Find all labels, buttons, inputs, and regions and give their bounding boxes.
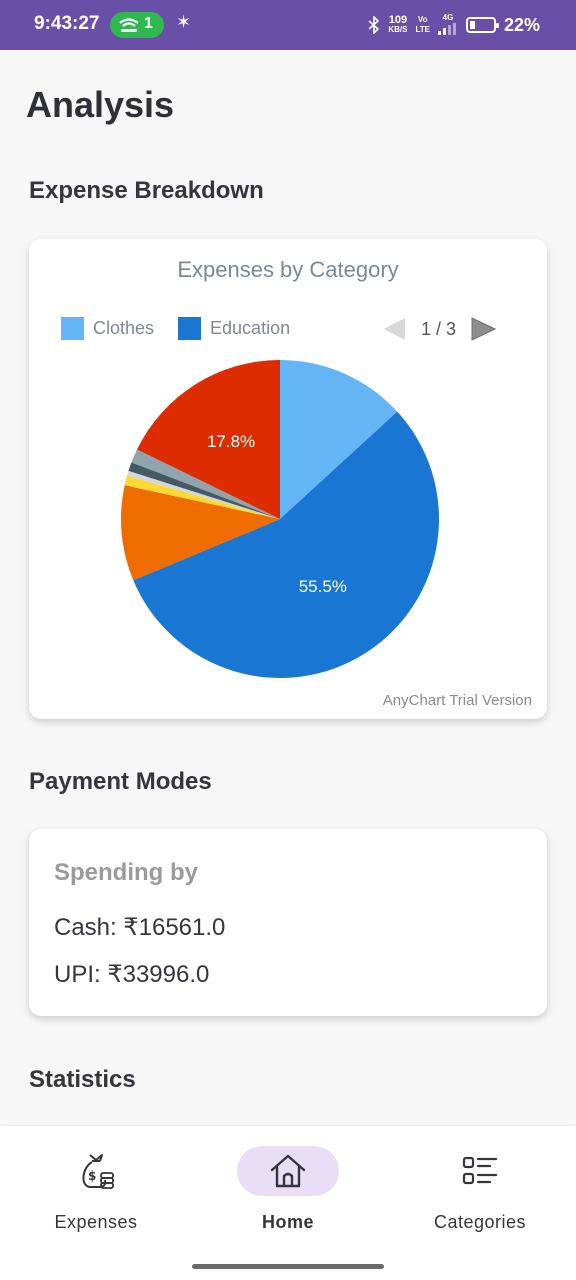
signal-icon [437, 23, 456, 35]
volte-bottom: LTE [415, 25, 430, 34]
status-bar: 9:43:27 1 ✶ 109 KB/S Vo LTE 4G 22% [0, 0, 576, 50]
chart-watermark: AnyChart Trial Version [382, 692, 532, 709]
nav-categories-icon-wrap [429, 1146, 531, 1196]
volte-indicator: Vo LTE [415, 15, 430, 35]
expense-chart-card: Expenses by Category Clothes Education 1… [29, 239, 547, 719]
net-speed: 109 KB/S [388, 15, 407, 35]
page-title: Analysis [26, 84, 175, 125]
nav-expenses[interactable]: $ Expenses [0, 1126, 192, 1256]
cash-amount: Cash: ₹16561.0 [54, 914, 226, 941]
statistics-title: Statistics [29, 1066, 136, 1093]
pie-label-7: 17.8% [207, 432, 255, 451]
bottom-nav: $ Expenses Home Categories [0, 1126, 576, 1280]
network-type: 4G [442, 13, 454, 22]
volte-top: Vo [417, 15, 428, 24]
hotspot-icon [119, 18, 139, 32]
sparkle-icon: ✶ [176, 12, 192, 32]
nav-expenses-icon-wrap: $ [45, 1146, 147, 1196]
pie-chart[interactable]: 55.5% 17.8% [29, 239, 547, 719]
expense-breakdown-title: Expense Breakdown [29, 177, 264, 204]
battery-icon [465, 17, 499, 33]
svg-text:$: $ [88, 1169, 96, 1183]
gesture-bar[interactable] [192, 1264, 384, 1269]
nav-home-label: Home [261, 1212, 314, 1232]
nav-expenses-label: Expenses [54, 1212, 138, 1232]
status-icons: 109 KB/S Vo LTE 4G 22% [368, 11, 540, 39]
network-indicator: 4G [437, 13, 458, 37]
hotspot-count: 1 [144, 15, 153, 32]
battery-percent: 22% [503, 14, 540, 35]
nav-home-icon-wrap [237, 1146, 339, 1196]
status-time: 9:43:27 [34, 13, 100, 34]
list-icon [462, 1156, 498, 1185]
battery-fill [469, 21, 475, 29]
nav-categories-label: Categories [433, 1212, 527, 1232]
net-speed-value: 109 [388, 14, 408, 26]
payment-modes-title: Payment Modes [29, 768, 212, 795]
bluetooth-icon [368, 16, 380, 34]
net-speed-unit: KB/S [388, 25, 408, 34]
hotspot-indicator: 1 [110, 12, 164, 38]
pie-label-1: 55.5% [299, 577, 347, 596]
nav-categories[interactable]: Categories [384, 1126, 576, 1256]
money-bag-icon: $ [82, 1154, 114, 1189]
home-icon [270, 1154, 306, 1188]
payment-modes-card: Spending by Cash: ₹16561.0 UPI: ₹33996.0 [29, 829, 547, 1016]
nav-home[interactable]: Home [192, 1126, 384, 1256]
spending-by-heading: Spending by [54, 859, 198, 886]
upi-amount: UPI: ₹33996.0 [54, 961, 210, 988]
